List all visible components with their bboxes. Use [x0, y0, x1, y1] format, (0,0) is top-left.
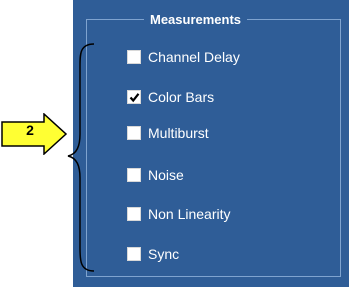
checkbox-label: Color Bars — [148, 89, 215, 105]
checkbox-box[interactable] — [127, 90, 141, 104]
checkbox-multiburst[interactable]: Multiburst — [127, 124, 209, 142]
check-mark-icon — [129, 92, 139, 102]
checkbox-label: Multiburst — [148, 125, 209, 141]
checkbox-non-linearity[interactable]: Non Linearity — [127, 205, 231, 223]
checkbox-label: Sync — [148, 246, 180, 262]
checkbox-box[interactable] — [127, 168, 141, 182]
checkbox-noise[interactable]: Noise — [127, 166, 184, 184]
callout-number: 2 — [26, 122, 34, 138]
checkbox-box[interactable] — [127, 247, 141, 261]
checkbox-channel-delay[interactable]: Channel Delay — [127, 48, 240, 66]
checkbox-box[interactable] — [127, 207, 141, 221]
checkbox-label: Channel Delay — [148, 49, 240, 65]
checkbox-box[interactable] — [127, 126, 141, 140]
checkbox-label: Non Linearity — [148, 206, 231, 222]
checkbox-color-bars[interactable]: Color Bars — [127, 88, 214, 106]
checkbox-label: Noise — [148, 167, 184, 183]
checkbox-sync[interactable]: Sync — [127, 245, 179, 263]
curly-brace-icon — [67, 43, 95, 272]
checkbox-box[interactable] — [127, 50, 141, 64]
group-title: Measurements — [144, 11, 248, 29]
